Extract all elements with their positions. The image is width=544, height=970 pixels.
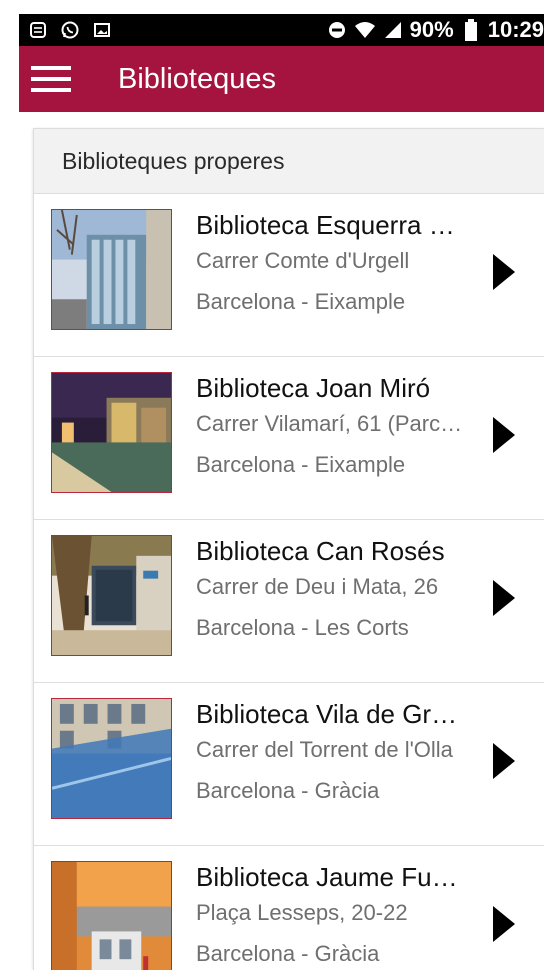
library-district: Barcelona - Les Corts — [196, 615, 409, 640]
hamburger-menu-icon — [31, 66, 71, 92]
library-district: Barcelona - Gràcia — [196, 941, 380, 966]
library-thumbnail — [51, 698, 172, 819]
library-address: Carrer Comte d'Urgell — [196, 248, 410, 273]
app-bar: Biblioteques — [19, 46, 544, 112]
chevron-right-icon — [489, 413, 519, 457]
do-not-disturb-icon — [326, 19, 348, 41]
library-list-item[interactable]: Biblioteca Can Rosés Carrer de Deu i Mat… — [34, 520, 544, 683]
library-thumbnail — [51, 372, 172, 493]
page-title: Biblioteques — [118, 62, 276, 95]
library-list-item[interactable]: Biblioteca Jaume Fuster Plaça Lesseps, 2… — [34, 846, 544, 970]
status-left-icons — [27, 19, 113, 41]
library-name: Biblioteca Esquerra de l'Eixample — [196, 210, 464, 240]
status-bar: 90% 10:29 — [19, 14, 544, 46]
wifi-icon — [354, 19, 376, 41]
library-thumbnail — [51, 535, 172, 656]
library-list-item[interactable]: Biblioteca Joan Miró Carrer Vilamarí, 61… — [34, 357, 544, 520]
library-thumbnail — [51, 209, 172, 330]
hamburger-menu-button[interactable] — [19, 46, 83, 112]
whatsapp-icon — [59, 19, 81, 41]
status-time: 10:29 — [487, 17, 544, 42]
library-list-item[interactable]: Biblioteca Esquerra de l'Eixample Carrer… — [34, 194, 544, 357]
library-name: Biblioteca Vila de Gràcia — [196, 699, 464, 729]
library-list-item[interactable]: Biblioteca Vila de Gràcia Carrer del Tor… — [34, 683, 544, 846]
signal-icon — [382, 19, 404, 41]
library-address: Carrer del Torrent de l'Olla — [196, 737, 453, 762]
section-header: Biblioteques properes — [34, 129, 544, 194]
library-name: Biblioteca Joan Miró — [196, 373, 431, 403]
chevron-right-icon — [489, 902, 519, 946]
nearby-libraries-card: Biblioteques properes Biblioteca Esquerr… — [33, 128, 544, 970]
library-name: Biblioteca Can Rosés — [196, 536, 445, 566]
battery-icon — [460, 19, 482, 41]
battery-percent: 90% — [409, 17, 454, 42]
library-thumbnail — [51, 861, 172, 970]
library-district: Barcelona - Eixample — [196, 289, 406, 314]
chevron-right-icon — [489, 739, 519, 783]
chevron-right-icon — [489, 576, 519, 620]
notification-icon — [27, 19, 49, 41]
library-district: Barcelona - Gràcia — [196, 778, 380, 803]
chevron-right-icon — [489, 250, 519, 294]
library-address: Carrer Vilamarí, 61 (Parc Joan Miró) — [196, 411, 464, 436]
library-address: Carrer de Deu i Mata, 26 — [196, 574, 439, 599]
image-icon — [91, 19, 113, 41]
library-name: Biblioteca Jaume Fuster — [196, 862, 464, 892]
status-right-icons: 90% 10:29 — [326, 17, 544, 43]
library-address: Plaça Lesseps, 20-22 — [196, 900, 408, 925]
library-district: Barcelona - Eixample — [196, 452, 406, 477]
